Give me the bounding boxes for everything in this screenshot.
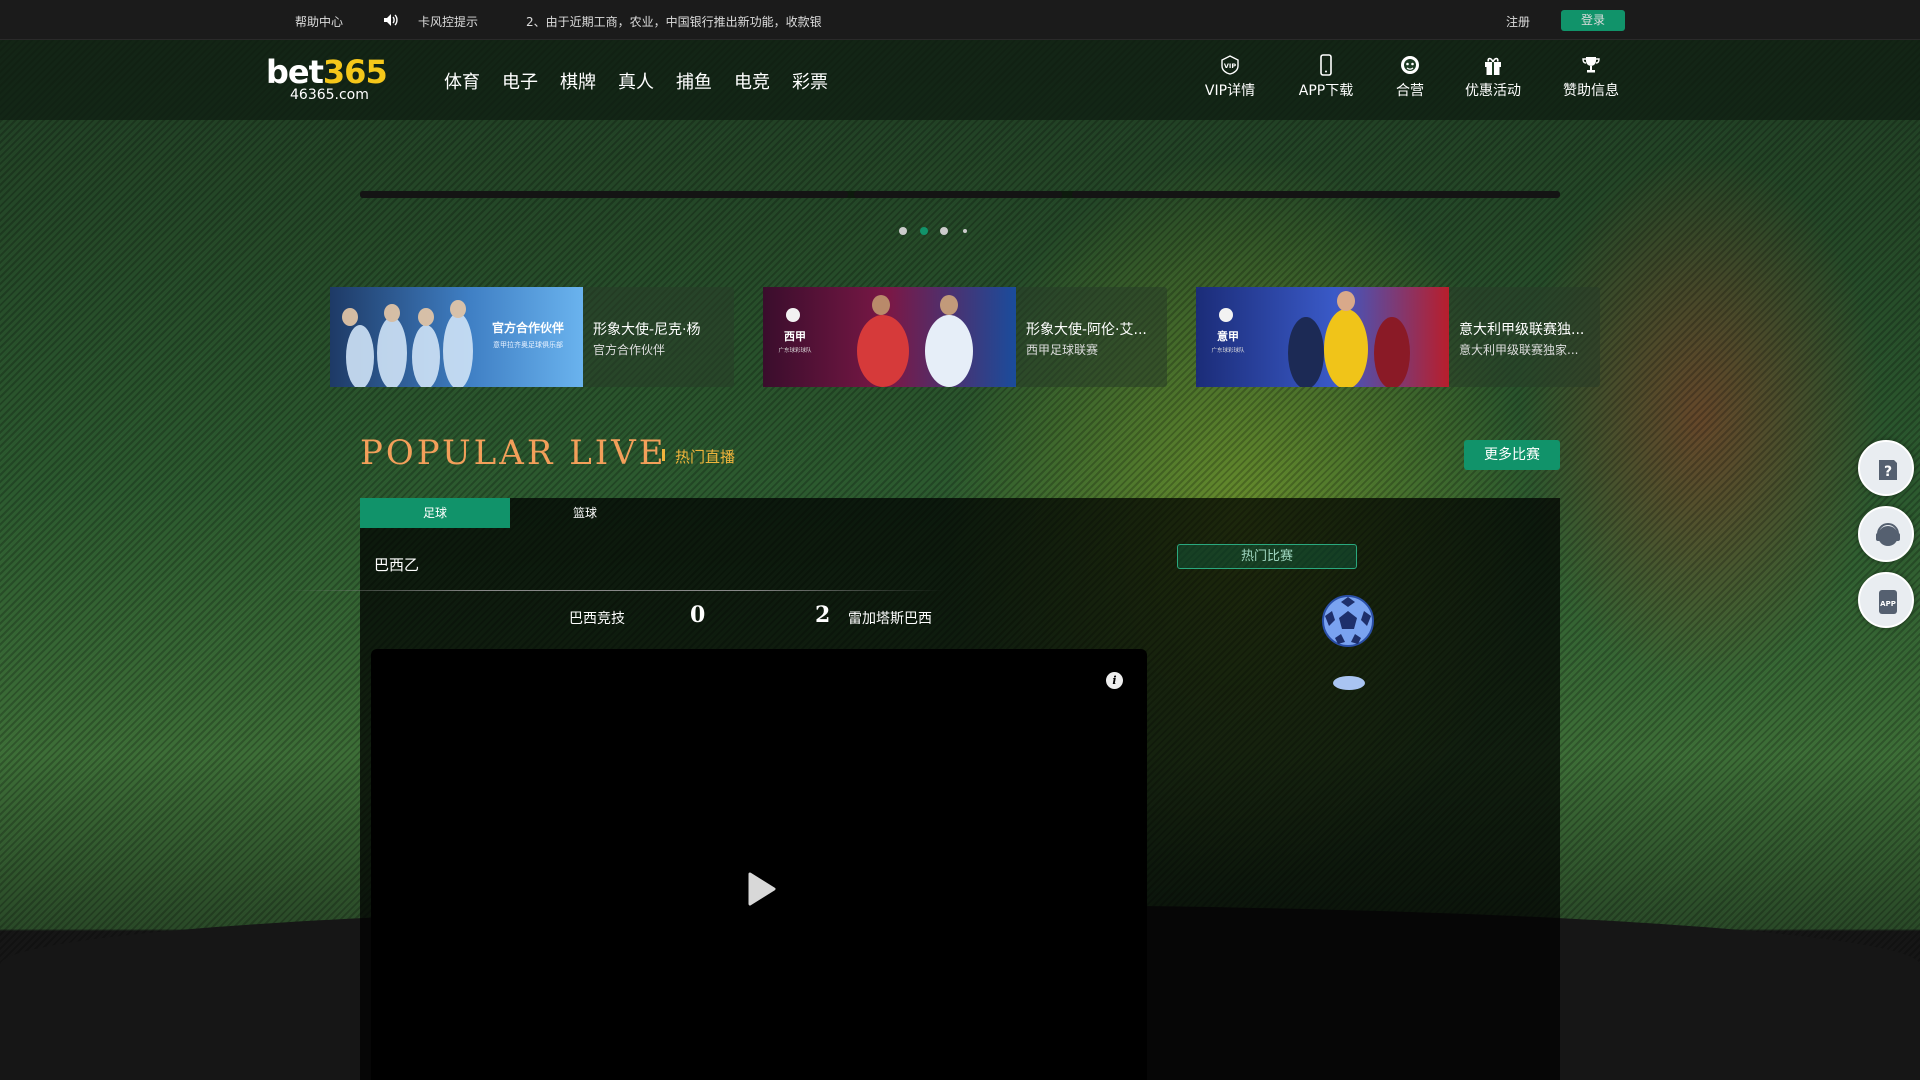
- vip-icon: VIP: [1221, 55, 1239, 75]
- play-icon[interactable]: [746, 872, 776, 906]
- soccer-ball-icon: [1322, 595, 1374, 647]
- away-team-name: 雷加塔斯巴西: [848, 611, 932, 627]
- nav-item-live-casino[interactable]: 真人: [618, 68, 654, 94]
- speaker-icon: [384, 14, 398, 26]
- nav-item-slots[interactable]: 电子: [502, 68, 538, 94]
- nav-item-sports[interactable]: 体育: [444, 68, 480, 94]
- main-nav: 体育 电子 棋牌 真人 捕鱼 电竞 彩票: [444, 68, 850, 94]
- info-icon[interactable]: i: [1106, 672, 1123, 689]
- away-score: 2: [815, 602, 831, 628]
- svg-text:西甲: 西甲: [784, 330, 806, 343]
- login-button[interactable]: 登录: [1561, 10, 1625, 31]
- svg-text:广东球彩球队: 广东球彩球队: [1211, 346, 1245, 354]
- live-video-player[interactable]: [371, 649, 1147, 1080]
- nav-item-lottery[interactable]: 彩票: [792, 68, 828, 94]
- help-center-link[interactable]: 帮助中心: [295, 13, 343, 30]
- league-divider: [284, 590, 944, 591]
- ambassador-card-3[interactable]: 意甲 广东球彩球队 意大利甲级联赛独... 意大利甲级联赛独家...: [1196, 287, 1600, 387]
- card-title: 形象大使-阿伦·艾...: [1026, 322, 1147, 338]
- announcement-marquee[interactable]: 2、由于近期工商，农业，中国银行推出新功能，收款银: [526, 13, 822, 30]
- register-link[interactable]: 注册: [1506, 13, 1530, 30]
- banner-dot-3[interactable]: [940, 227, 948, 235]
- site-logo[interactable]: bet365 46365.com: [266, 56, 396, 104]
- banner-progress-bar: [360, 191, 1560, 198]
- quick-link-vip[interactable]: VIP VIP详情: [1202, 54, 1258, 100]
- customer-service-float-button[interactable]: [1858, 506, 1914, 562]
- popular-live-title: POPULAR LIVE: [360, 433, 667, 473]
- svg-text:官方合作伙伴: 官方合作伙伴: [492, 320, 564, 335]
- more-matches-button[interactable]: 更多比赛: [1464, 440, 1560, 470]
- banner-dot-4[interactable]: [963, 229, 967, 233]
- card-thumbnail-laliga: 西甲 广东球彩球队: [763, 287, 1016, 387]
- gift-icon: [1485, 57, 1501, 75]
- svg-text:VIP: VIP: [1224, 62, 1236, 70]
- top-bar: 帮助中心 卡风控提示 2、由于近期工商，农业，中国银行推出新功能，收款银 注册 …: [0, 0, 1920, 40]
- card-subtitle: 西甲足球联赛: [1026, 343, 1099, 357]
- card-thumbnail-serie-a: 意甲 广东球彩球队: [1196, 287, 1449, 387]
- league-name: 巴西乙: [374, 556, 420, 574]
- quick-link-promotions[interactable]: 优惠活动: [1462, 54, 1524, 100]
- svg-text:广东球彩球队: 广东球彩球队: [778, 346, 812, 354]
- svg-text:意甲拉齐奥足球俱乐部: 意甲拉齐奥足球俱乐部: [493, 340, 563, 349]
- trophy-icon: [1582, 57, 1600, 73]
- card-title: 意大利甲级联赛独...: [1459, 322, 1585, 338]
- ambassador-card-1[interactable]: 官方合作伙伴 意甲拉齐奥足球俱乐部 形象大使-尼克·杨 官方合作伙伴: [330, 287, 734, 387]
- ball-shadow: [1333, 676, 1365, 690]
- svg-text:?: ?: [1884, 464, 1892, 480]
- title-divider: [662, 449, 665, 461]
- card-subtitle: 官方合作伙伴: [593, 343, 666, 357]
- phone-icon: [1320, 54, 1332, 76]
- nav-item-esports[interactable]: 电竞: [734, 68, 770, 94]
- ambassador-card-2[interactable]: 西甲 广东球彩球队 形象大使-阿伦·艾... 西甲足球联赛: [763, 287, 1167, 387]
- app-download-float-button[interactable]: APP: [1858, 572, 1914, 628]
- tab-football[interactable]: 足球: [360, 498, 510, 528]
- svg-text:意甲: 意甲: [1217, 329, 1239, 343]
- main-header: bet365 46365.com 体育 电子 棋牌 真人 捕鱼 电竞 彩票 VIP VIP详…: [0, 40, 1920, 120]
- home-team-name: 巴西竞技: [569, 611, 625, 627]
- card-thumbnail-lazio: 官方合作伙伴 意甲拉齐奥足球俱乐部: [330, 287, 583, 387]
- quick-link-sponsorship[interactable]: 赞助信息: [1560, 54, 1622, 100]
- home-score: 0: [690, 602, 706, 628]
- banner-dot-1[interactable]: [899, 227, 907, 235]
- help-float-button[interactable]: ?: [1858, 440, 1914, 496]
- customer-service-icon: [1876, 523, 1900, 546]
- nav-item-chess-cards[interactable]: 棋牌: [560, 68, 596, 94]
- svg-text:APP: APP: [1880, 600, 1896, 608]
- banner-dot-2-active[interactable]: [920, 227, 928, 235]
- help-icon: ?: [1879, 460, 1897, 480]
- nav-item-fishing[interactable]: 捕鱼: [676, 68, 712, 94]
- quick-link-partner[interactable]: 合营: [1392, 54, 1428, 100]
- quick-link-app-download[interactable]: APP下载: [1294, 54, 1358, 100]
- hot-matches-button[interactable]: 热门比赛: [1177, 544, 1357, 569]
- agent-icon: [1401, 56, 1419, 74]
- popular-live-subtitle: 热门直播: [675, 448, 736, 466]
- tab-basketball[interactable]: 篮球: [510, 498, 660, 528]
- card-title: 形象大使-尼克·杨: [593, 322, 701, 338]
- card-subtitle: 意大利甲级联赛独家...: [1459, 343, 1579, 357]
- risk-notice-label[interactable]: 卡风控提示: [418, 13, 478, 30]
- app-download-icon: APP: [1879, 590, 1897, 614]
